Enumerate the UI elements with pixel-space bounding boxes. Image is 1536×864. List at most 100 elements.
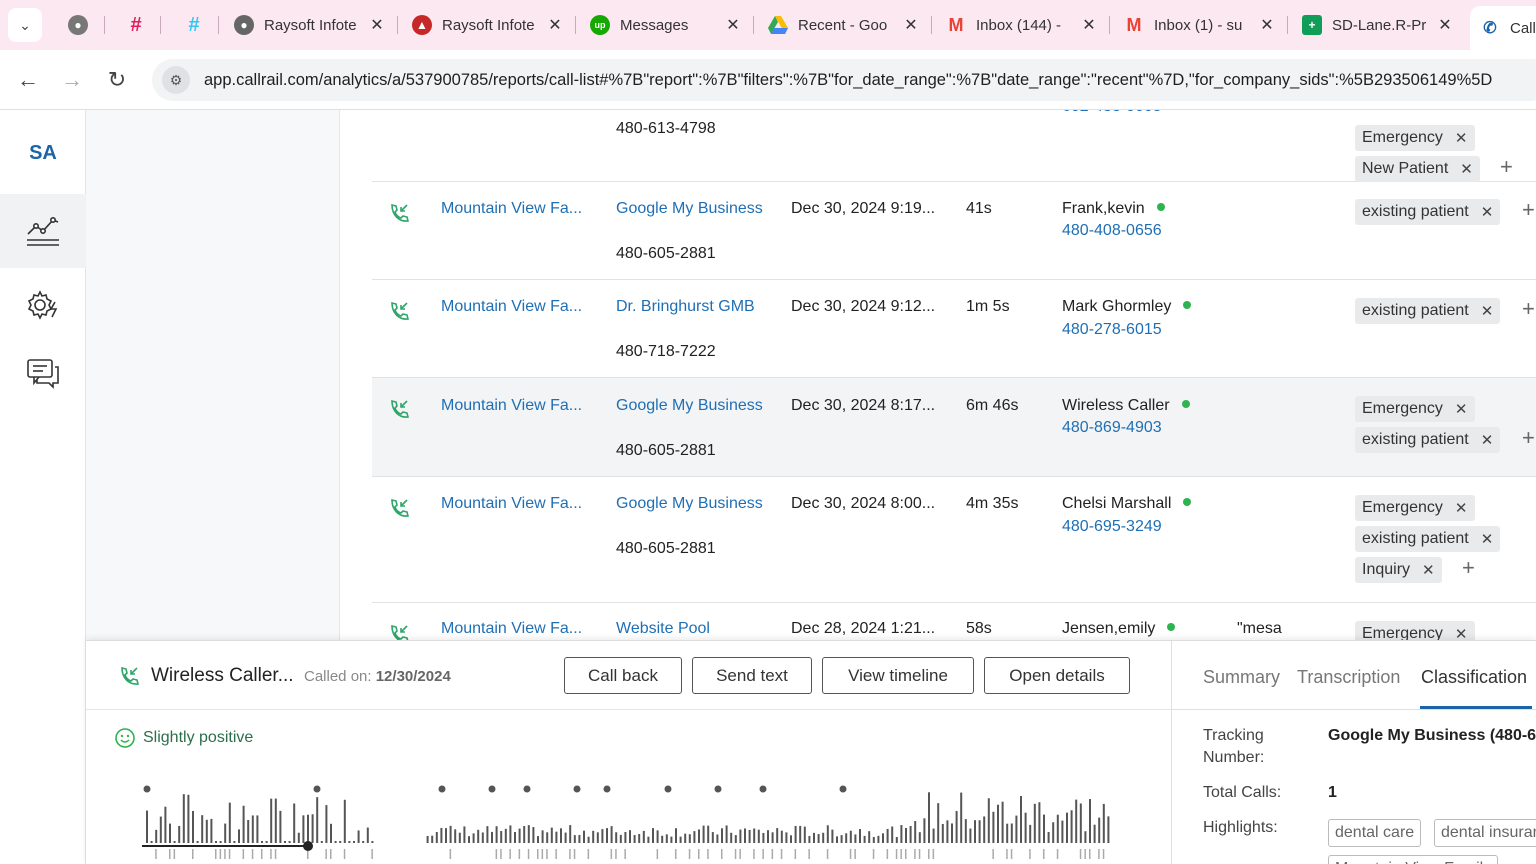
waveform-bar [205, 819, 208, 843]
browser-tab[interactable]: Recent - Goo ✕ [758, 8, 930, 42]
site-info-icon[interactable]: ⚙ [162, 66, 190, 94]
close-icon[interactable]: ✕ [1455, 625, 1468, 640]
waveform-bar [633, 835, 636, 843]
add-tag-button[interactable]: + [1522, 425, 1535, 451]
call-audio-waveform[interactable] [142, 781, 1142, 861]
highlights-label: Highlights: [1203, 819, 1278, 836]
add-tag-button[interactable]: + [1462, 555, 1475, 581]
waveform-bar [638, 833, 641, 843]
waveform-bar [532, 827, 535, 843]
browser-tab-active[interactable]: ✆ Call [1470, 6, 1536, 50]
browser-tab[interactable]: up Messages ✕ [580, 8, 752, 42]
browser-tab[interactable]: ● [58, 8, 114, 42]
close-icon[interactable]: ✕ [902, 15, 920, 35]
browser-tab[interactable]: ▲ Raysoft Infote ✕ [402, 8, 574, 42]
open-details-button[interactable]: Open details [984, 657, 1130, 694]
source-link[interactable]: Dr. Bringhurst GMB [616, 298, 755, 316]
add-tag-button[interactable]: + [1522, 197, 1535, 223]
close-icon[interactable]: ✕ [1455, 499, 1468, 517]
close-icon[interactable]: ✕ [1481, 431, 1494, 449]
close-icon[interactable]: ✕ [1481, 203, 1494, 221]
caller-phone-link[interactable]: 480-408-0656 [1062, 222, 1162, 240]
tag-label: Emergency [1362, 625, 1443, 640]
table-row[interactable]: Mountain View Fa... Website Pool Dec 28,… [372, 603, 1536, 640]
close-icon[interactable]: ✕ [1455, 129, 1468, 147]
source-link[interactable]: Website Pool [616, 620, 710, 638]
browser-tab[interactable]: M Inbox (1) - su ✕ [1114, 8, 1286, 42]
nav-messages[interactable] [0, 336, 86, 410]
company-link[interactable]: Mountain View Fa... [441, 397, 582, 415]
close-icon[interactable]: ✕ [546, 15, 564, 35]
close-icon[interactable]: ✕ [1436, 15, 1454, 35]
close-icon[interactable]: ✕ [1481, 302, 1494, 320]
company-link[interactable]: Mountain View Fa... [441, 298, 582, 316]
waveform-bar-secondary [537, 849, 539, 859]
waveform-bar [665, 834, 668, 843]
reload-button[interactable]: ↻ [101, 64, 133, 96]
waveform-bar-secondary [1084, 849, 1086, 859]
browser-tab[interactable]: ● Raysoft Infote ✕ [224, 8, 396, 42]
nav-settings[interactable] [0, 268, 86, 342]
address-bar[interactable]: ⚙ app.callrail.com/analytics/a/537900785… [152, 59, 1536, 101]
waveform-bar [955, 811, 958, 843]
caller-phone-link[interactable]: 480-278-6015 [1062, 321, 1162, 339]
browser-tab[interactable]: # [174, 8, 220, 42]
waveform-bar [247, 820, 250, 843]
total-calls-value: 1 [1328, 784, 1337, 801]
source-link[interactable]: Google My Business [616, 397, 763, 415]
tab-transcription[interactable]: Transcription [1297, 667, 1400, 688]
waveform-bar [311, 814, 314, 843]
browser-tab[interactable]: M Inbox (144) - ✕ [936, 8, 1108, 42]
caller-phone-link[interactable]: 480-695-3249 [1062, 518, 1162, 536]
send-text-button[interactable]: Send text [692, 657, 812, 694]
close-icon[interactable]: ✕ [368, 15, 386, 35]
close-icon[interactable]: ✕ [1460, 160, 1473, 178]
waveform-bar [1047, 831, 1050, 843]
tab-search-button[interactable]: ⌄ [8, 8, 42, 42]
source-link[interactable]: Google My Business [616, 495, 763, 513]
close-icon[interactable]: ✕ [1481, 530, 1494, 548]
company-link[interactable]: Mountain View Fa... [441, 200, 582, 218]
nav-analytics[interactable] [0, 194, 86, 268]
waveform-bar [684, 833, 687, 843]
close-icon[interactable]: ✕ [1080, 15, 1098, 35]
waveform-bar-secondary [688, 849, 691, 859]
caller-phone-link[interactable]: 602-433-0005 [1062, 110, 1162, 116]
browser-tab[interactable]: # [116, 8, 172, 42]
tab-title: Call [1510, 19, 1536, 37]
account-logo[interactable]: SA [0, 142, 86, 165]
inbound-call-icon [388, 497, 410, 524]
call-back-button[interactable]: Call back [564, 657, 682, 694]
source-link[interactable]: Google My Business [616, 200, 763, 218]
tab-summary[interactable]: Summary [1203, 667, 1280, 688]
table-row-selected[interactable]: Mountain View Fa... Google My Business 4… [372, 378, 1536, 477]
waveform-bar [1061, 820, 1064, 843]
table-row[interactable]: 480-613-4798 602-433-0005 Emergency ✕ New… [372, 110, 1536, 182]
add-tag-button[interactable]: + [1500, 154, 1513, 180]
tag-label: existing patient [1362, 530, 1469, 547]
browser-tab[interactable]: + SD-Lane.R-Pr ✕ [1292, 8, 1464, 42]
table-row[interactable]: Mountain View Fa... Google My Business 4… [372, 477, 1536, 603]
table-row[interactable]: Mountain View Fa... Google My Business 4… [372, 182, 1536, 280]
close-icon[interactable]: ✕ [724, 15, 742, 35]
forward-button[interactable]: → [56, 64, 88, 96]
waveform-bar [435, 832, 438, 843]
close-icon[interactable]: ✕ [1258, 15, 1276, 35]
table-row[interactable]: Mountain View Fa... Dr. Bringhurst GMB 4… [372, 280, 1536, 378]
close-icon[interactable]: ✕ [1455, 400, 1468, 418]
back-button[interactable]: ← [12, 64, 44, 96]
tab-classification[interactable]: Classification [1421, 667, 1527, 688]
company-link[interactable]: Mountain View Fa... [441, 620, 582, 638]
add-tag-button[interactable]: + [1522, 296, 1535, 322]
waveform-bar [831, 829, 834, 843]
tag-label: existing patient [1362, 203, 1469, 220]
close-icon[interactable]: ✕ [1422, 561, 1435, 579]
caller-name: Wireless Caller [1062, 397, 1190, 415]
waveform-bar [762, 832, 765, 843]
company-link[interactable]: Mountain View Fa... [441, 495, 582, 513]
waveform-bar-secondary [849, 849, 852, 859]
waveform-bar-secondary [555, 849, 557, 859]
waveform-bar [918, 832, 921, 843]
caller-phone-link[interactable]: 480-869-4903 [1062, 419, 1162, 437]
view-timeline-button[interactable]: View timeline [822, 657, 974, 694]
